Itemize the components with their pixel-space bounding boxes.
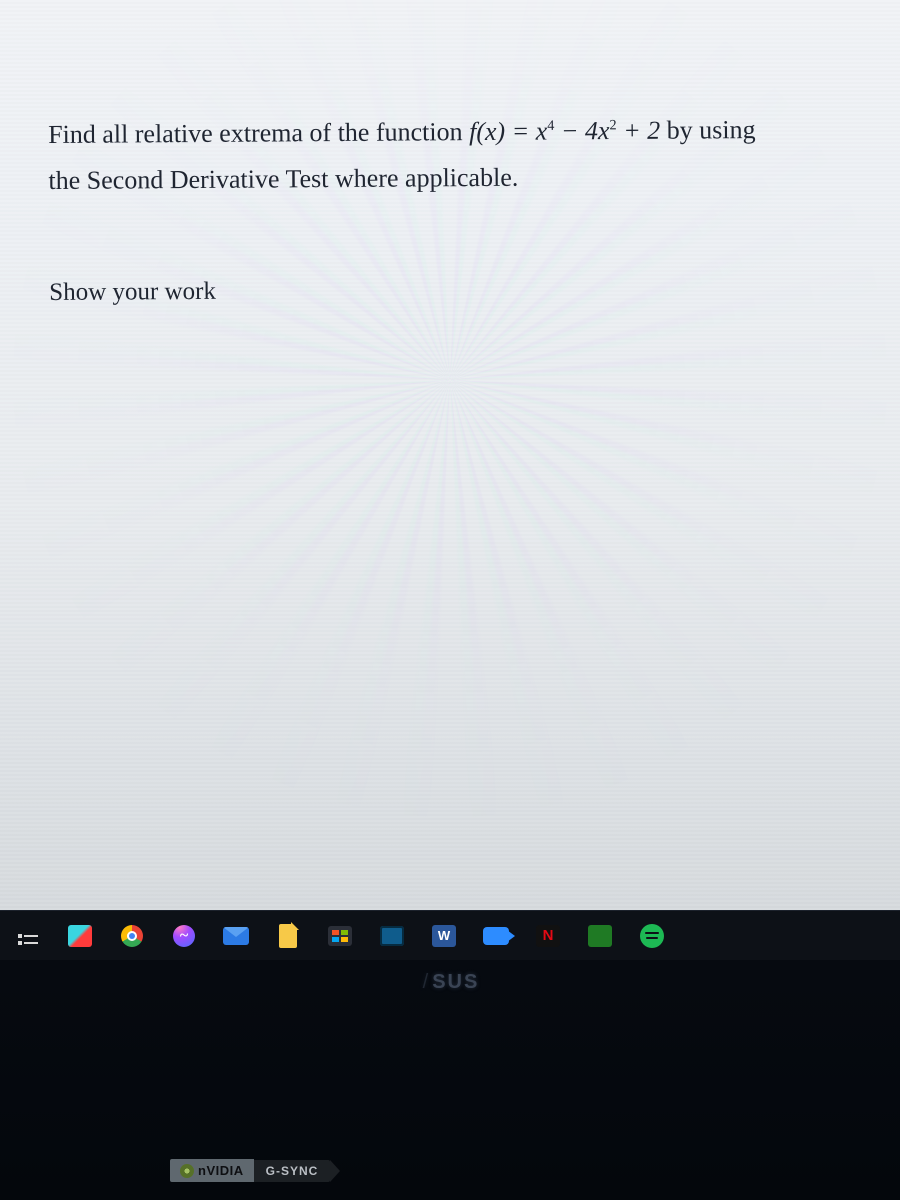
taskbar-spotify[interactable] [634, 918, 670, 954]
sticker-gsync-panel: G-SYNC [254, 1160, 331, 1182]
file-explorer-icon [279, 924, 297, 948]
messenger-icon: ~ [173, 925, 195, 947]
taskbar-messenger[interactable]: ~ [166, 918, 202, 954]
taskbar-app-1[interactable] [62, 918, 98, 954]
eq-term2-exp: 2 [609, 117, 616, 133]
app-icon [68, 925, 92, 947]
problem-text-prefix: Find all relative extrema of the functio… [48, 117, 469, 149]
taskbar-zoom[interactable] [478, 918, 514, 954]
zoom-icon [483, 927, 509, 945]
nvidia-eye-icon [180, 1164, 194, 1178]
eq-term2-coeff: 4 [585, 116, 598, 145]
problem-line-2: the Second Derivative Test where applica… [48, 156, 870, 202]
chrome-icon [121, 925, 143, 947]
eq-term2-base: x [598, 116, 610, 145]
taskbar-mail[interactable] [218, 918, 254, 954]
ms-store-icon [328, 926, 352, 946]
eq-minus: − [554, 116, 585, 145]
netflix-icon: N [536, 925, 560, 947]
taskbar-file-explorer[interactable] [270, 918, 306, 954]
screen-content: Find all relative extrema of the functio… [0, 0, 900, 910]
spotify-icon [640, 924, 664, 948]
problem-document: Find all relative extrema of the functio… [0, 0, 900, 312]
nvidia-gsync-sticker: nVIDIA G-SYNC [170, 1159, 340, 1182]
mail-icon [223, 927, 249, 945]
taskbar-ms-store[interactable] [322, 918, 358, 954]
eq-plus-const: + 2 [617, 116, 661, 145]
monitor-bezel: /SUS nVIDIA G-SYNC [0, 960, 900, 1200]
task-view-button[interactable] [10, 918, 46, 954]
word-icon: W [432, 925, 456, 947]
sticker-nvidia-text: nVIDIA [198, 1163, 244, 1178]
movies-icon [380, 926, 404, 946]
windows-taskbar: ~ W N [0, 910, 900, 960]
brand-slash: / [423, 971, 431, 993]
taskbar-chrome[interactable] [114, 918, 150, 954]
green-app-icon [588, 925, 612, 947]
problem-line-1: Find all relative extrema of the functio… [48, 109, 870, 155]
eq-lhs: f(x) [469, 117, 505, 146]
eq-term1-base: x [536, 117, 548, 146]
problem-text-suffix: by using [667, 115, 756, 145]
taskbar-green-app[interactable] [582, 918, 618, 954]
show-work-prompt: Show your work [49, 268, 871, 312]
monitor-brand-logo: /SUS [421, 972, 480, 992]
sticker-nvidia-panel: nVIDIA [170, 1159, 254, 1182]
taskbar-netflix[interactable]: N [530, 918, 566, 954]
taskbar-movies-tv[interactable] [374, 918, 410, 954]
task-view-icon [18, 934, 38, 938]
eq-equals: = [505, 117, 536, 146]
sticker-tail-icon [330, 1160, 340, 1182]
brand-text: SUS [432, 971, 479, 993]
screen-starburst-glare [450, 380, 451, 381]
problem-equation: f(x) = x4 − 4x2 + 2 [469, 116, 667, 146]
taskbar-word[interactable]: W [426, 918, 462, 954]
